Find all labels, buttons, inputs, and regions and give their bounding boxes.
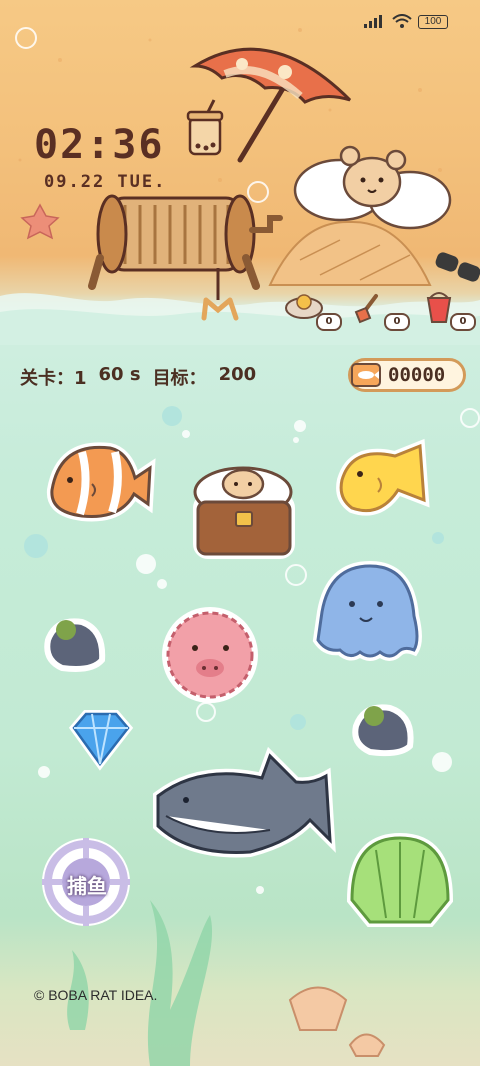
blue-octopus[interactable]	[312, 560, 422, 661]
green-seashell[interactable]	[346, 832, 454, 927]
blue-diamond[interactable]	[68, 710, 134, 771]
copyright-text: © BOBA RAT IDEA.	[34, 987, 158, 1003]
mossy-rock[interactable]	[44, 618, 106, 672]
clownfish[interactable]	[46, 442, 156, 522]
yellow-fish[interactable]	[336, 438, 430, 516]
pink-puffer[interactable]	[162, 607, 258, 703]
game-stage: 100 02:36 09.22 TUE. 0 0 0 关卡：1 60 s 目标：…	[0, 0, 480, 1066]
mossy-rock[interactable]	[352, 704, 414, 757]
catch-fish-label: 捕鱼	[67, 874, 107, 898]
treasure-chest[interactable]	[193, 466, 295, 559]
shark[interactable]	[153, 746, 336, 858]
